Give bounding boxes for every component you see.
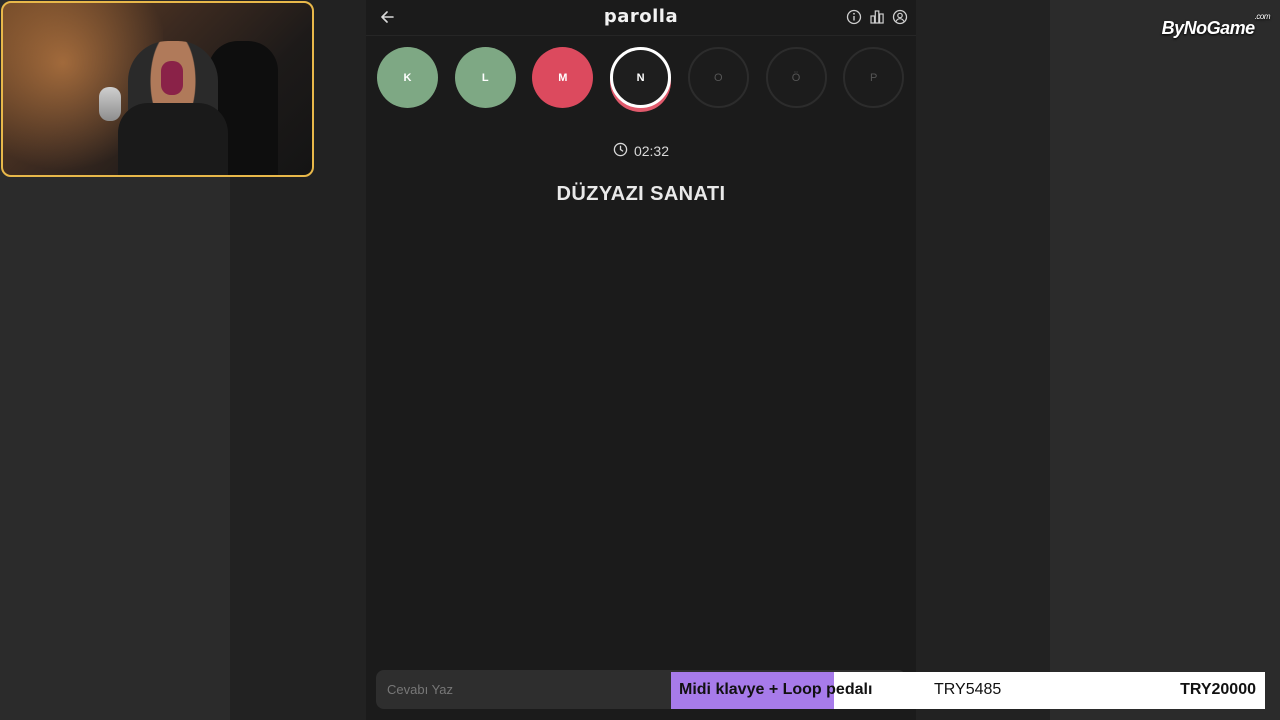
letter-progress-row: KLMNOÖP (377, 47, 907, 117)
letter-bubble-wrong: M (532, 47, 594, 108)
countdown-timer: 02:32 (366, 142, 916, 160)
donation-target-amount: TRY20000 (1180, 681, 1256, 698)
timer-value: 02:32 (633, 143, 670, 159)
donation-goal-title: Midi klavye + Loop pedalı (679, 681, 873, 698)
donation-current-amount: TRY5485 (934, 681, 1002, 698)
letter-bubble-pending: O (687, 47, 749, 108)
app-title: parolla (603, 6, 679, 27)
right-background (1050, 0, 1280, 720)
side-gutter-right (916, 0, 1050, 720)
letter-bubble-pending: P (843, 47, 905, 108)
user-circle-icon[interactable] (892, 9, 908, 25)
parolla-game-app: parolla KLMNOÖP 02:32 DÜZYAZI SANATI (366, 0, 916, 720)
letter-bubble-pending: Ö (765, 47, 827, 108)
clock-icon (613, 142, 628, 160)
webcam-overlay (1, 1, 314, 177)
top-actions (846, 9, 908, 25)
letter-bubble-current: N (610, 47, 672, 108)
letter-bubble-correct: K (377, 47, 438, 108)
donation-goal-bar: Midi klavye + Loop pedalı TRY5485 TRY200… (671, 672, 1265, 709)
brand-watermark: ByNoGame.com (1161, 12, 1271, 38)
bar-chart-icon[interactable] (869, 9, 885, 25)
top-bar: parolla (366, 0, 916, 36)
info-icon[interactable] (846, 9, 862, 25)
question-text: DÜZYAZI SANATI (556, 183, 726, 205)
letter-bubble-correct: L (454, 47, 516, 108)
microphone (99, 87, 121, 121)
